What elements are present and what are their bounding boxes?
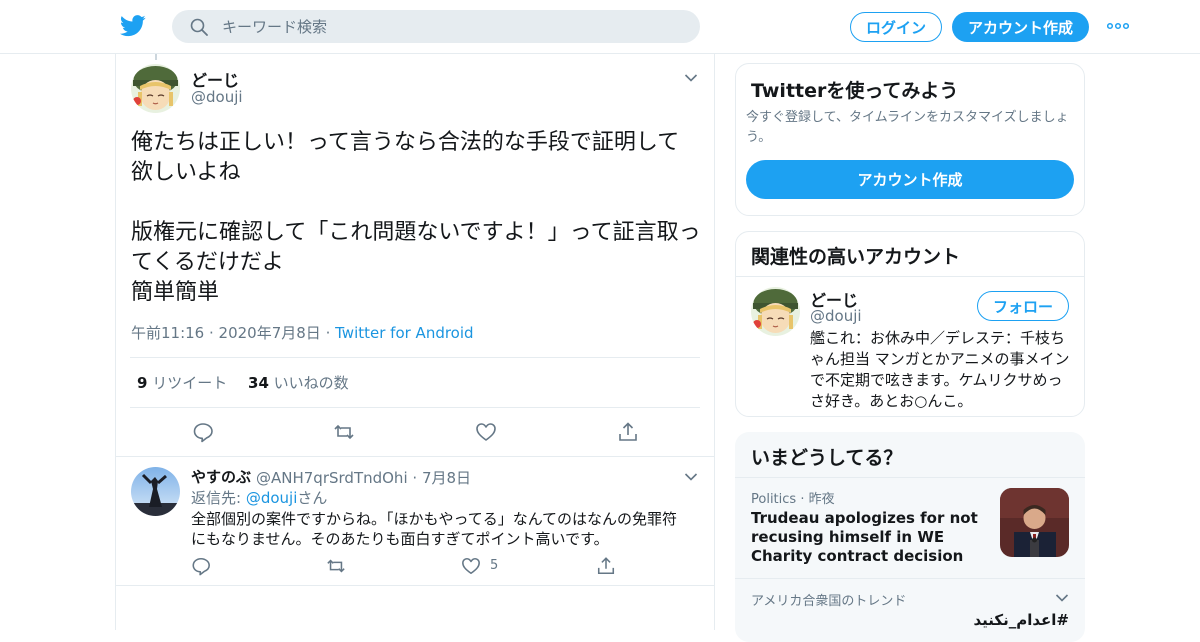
chevron-down-icon[interactable]: [684, 472, 698, 482]
related-accounts-title: 関連性の高いアカウント: [751, 246, 961, 268]
trend-category: Politics: [751, 492, 797, 507]
related-account-avatar[interactable]: [751, 287, 800, 336]
related-account-bio: 艦これ：お休み中／デレステ：千枝ちゃん担当 マンガとかアニメの事メインで不定期で…: [810, 329, 1070, 410]
reply-to-line: 返信先: @doujiさん: [191, 487, 327, 508]
top-bar: ログイン アカウント作成: [0, 0, 1200, 54]
like-count: 34: [248, 374, 269, 392]
twitter-logo-icon[interactable]: [120, 14, 146, 38]
reply-to-suffix: さん: [297, 489, 328, 507]
divider: [116, 585, 714, 586]
reply-to-handle-link[interactable]: @douji: [246, 489, 298, 507]
reply-author-name[interactable]: やすのぶ: [191, 466, 251, 487]
login-button[interactable]: ログイン: [850, 12, 942, 42]
related-account-handle[interactable]: @douji: [810, 307, 862, 325]
like-heart-icon[interactable]: [475, 421, 497, 443]
signup-card-button[interactable]: アカウント作成: [746, 160, 1074, 199]
tweet-date[interactable]: 2020年7月8日: [219, 324, 321, 342]
meta-separator: ·: [204, 324, 219, 342]
like-heart-icon[interactable]: [461, 556, 481, 576]
divider: [735, 477, 1085, 478]
divider: [736, 276, 1084, 277]
retweet-icon[interactable]: [333, 421, 355, 443]
divider: [735, 578, 1085, 579]
author-avatar[interactable]: [131, 64, 180, 113]
tweet-text-paragraph: 俺たちは正しい！って言うなら合法的な手段で証明して欲しいよね: [131, 130, 680, 185]
meta-separator: ·: [320, 324, 336, 342]
share-icon[interactable]: [617, 421, 639, 443]
share-icon[interactable]: [596, 556, 616, 576]
trend-hashtag[interactable]: #اعدام_نكنيد: [973, 611, 1069, 629]
reply-to-prefix: 返信先:: [191, 489, 246, 507]
follow-button[interactable]: フォロー: [977, 291, 1069, 321]
search-icon: [190, 18, 208, 36]
retweet-count: 9: [137, 374, 148, 392]
trend-thumbnail[interactable]: [1000, 488, 1069, 557]
divider: [130, 407, 700, 408]
tweet-text-paragraph: 版権元に確認して「これ問題ないですよ！」って証言取ってくるだけだよ 簡単簡単: [131, 220, 701, 305]
retweet-stat[interactable]: 9 リツイート: [137, 374, 227, 392]
avatar-image: [131, 64, 180, 113]
reply-author-handle[interactable]: @ANH7qrSrdTndOhi: [256, 469, 408, 487]
avatar-image: [131, 467, 180, 516]
reply-icon[interactable]: [192, 421, 214, 443]
reply-author-meta: @ANH7qrSrdTndOhi · 7月8日: [256, 467, 471, 488]
trend-headline[interactable]: Trudeau apologizes for not recusing hims…: [751, 509, 991, 566]
tweet-timestamp: 午前11:16 · 2020年7月8日 · Twitter for Androi…: [131, 322, 474, 343]
like-stat[interactable]: 34 いいねの数: [248, 374, 349, 392]
search-input[interactable]: [222, 10, 682, 43]
trend-time: 昨夜: [808, 492, 835, 507]
signup-button[interactable]: アカウント作成: [952, 12, 1089, 42]
tweet-time[interactable]: 午前11:16: [131, 324, 204, 342]
trend-location: アメリカ合衆国のトレンド: [751, 594, 907, 609]
meta-separator: ·: [796, 492, 809, 507]
avatar-image: [751, 287, 800, 336]
trend-thumbnail-image: [1000, 488, 1069, 557]
trend-meta: Politics · 昨夜: [751, 488, 835, 507]
retweet-icon[interactable]: [326, 556, 346, 576]
chevron-down-icon[interactable]: [1055, 593, 1069, 603]
chevron-down-icon[interactable]: [684, 73, 698, 83]
reply-icon[interactable]: [191, 556, 211, 576]
like-stat-label: いいねの数: [273, 374, 349, 392]
tweet-stats: 9 リツイート 34 いいねの数: [137, 372, 349, 393]
signup-card-title: Twitterを使ってみよう: [751, 80, 959, 102]
author-handle[interactable]: @douji: [191, 88, 243, 106]
divider: [116, 456, 714, 457]
reply-like-count: 5: [490, 558, 499, 573]
more-options-icon[interactable]: [1107, 18, 1129, 34]
trends-card: いまどうしてる？ Politics · 昨夜 Trudeau apologize…: [735, 432, 1085, 642]
related-accounts-card: 関連性の高いアカウント どーじ @douji フォロー 艦これ：お休み中／デレス…: [735, 231, 1085, 417]
divider: [130, 357, 700, 358]
signup-card-subtitle: 今すぐ登録して、タイムラインをカスタマイズしましょう。: [746, 110, 1069, 145]
thread-connector: [155, 54, 157, 60]
trends-title: いまどうしてる？: [751, 447, 903, 469]
reply-author-avatar[interactable]: [131, 467, 180, 516]
reply-text: 全部個別の案件ですからね。「ほかもやってる」なんてのはなんの免罪符にもなりません…: [191, 510, 678, 548]
meta-separator: ·: [407, 469, 422, 487]
search-bar[interactable]: [172, 10, 700, 43]
retweet-stat-label: リツイート: [152, 374, 228, 392]
tweet-text: 俺たちは正しい！って言うなら合法的な手段で証明して欲しいよね 版権元に確認して「…: [131, 128, 701, 308]
main-column: どーじ @douji 俺たちは正しい！って言うなら合法的な手段で証明して欲しいよ…: [115, 54, 715, 630]
reply-date[interactable]: 7月8日: [422, 469, 471, 487]
signup-card: Twitterを使ってみよう 今すぐ登録して、タイムラインをカスタマイズしましょ…: [735, 63, 1085, 216]
tweet-source-link[interactable]: Twitter for Android: [335, 324, 473, 342]
